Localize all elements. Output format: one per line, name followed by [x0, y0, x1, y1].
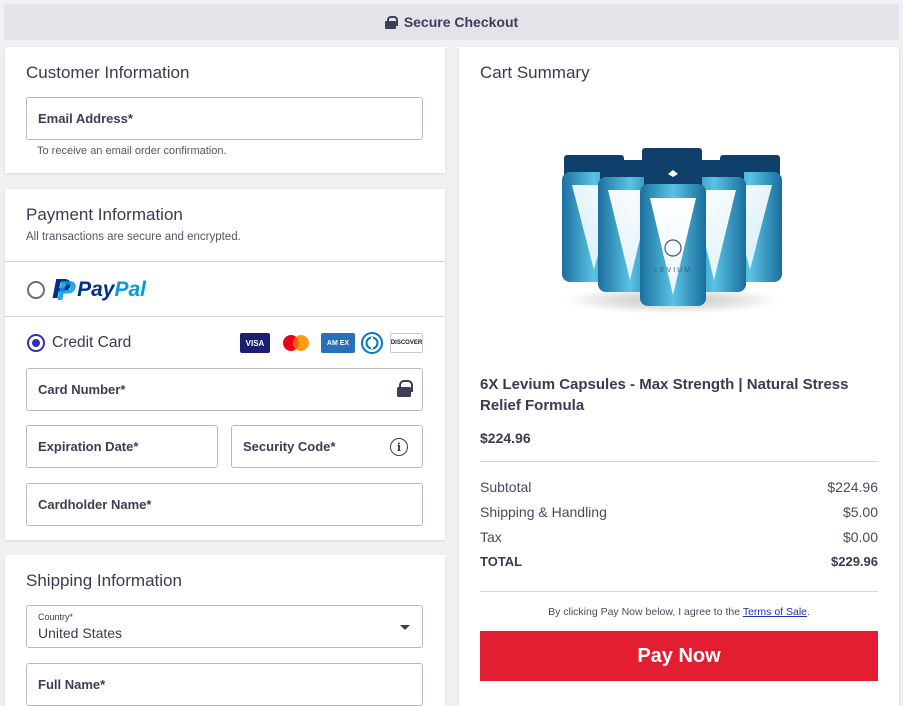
- shipping-row: Shipping & Handling $5.00: [480, 504, 878, 520]
- shipping-label: Shipping & Handling: [480, 504, 607, 520]
- credit-card-radio[interactable]: [27, 334, 45, 352]
- full-name-field[interactable]: Full Name*: [26, 663, 423, 706]
- subtotal-value: $224.96: [827, 479, 878, 495]
- email-field[interactable]: Email Address*: [26, 97, 423, 140]
- discover-icon: DISCOVER: [390, 333, 423, 353]
- secure-checkout-bar: Secure Checkout: [4, 4, 899, 40]
- card-number-field[interactable]: Card Number*: [26, 368, 423, 411]
- tax-value: $0.00: [842, 529, 878, 545]
- svg-text:LEVIUM: LEVIUM: [654, 267, 692, 274]
- expiration-date-field[interactable]: Expiration Date*: [26, 425, 218, 468]
- terms-of-sale-link[interactable]: Terms of Sale: [743, 606, 807, 618]
- payment-subtitle: All transactions are secure and encrypte…: [26, 231, 241, 243]
- cart-divider-top: [480, 461, 878, 462]
- payment-divider-top: [5, 261, 445, 262]
- payment-information-title: Payment Information: [26, 205, 183, 224]
- terms-suffix: .: [807, 606, 810, 618]
- diners-club-icon: [360, 332, 384, 354]
- total-value: $229.96: [831, 554, 878, 569]
- paypal-radio[interactable]: [27, 281, 45, 299]
- tax-label: Tax: [480, 529, 502, 545]
- customer-information-title: Customer Information: [26, 63, 190, 82]
- chevron-down-icon: [400, 625, 410, 630]
- paypal-logo: PP PayPal: [52, 275, 146, 307]
- lock-icon: [384, 15, 398, 29]
- cardholder-name-label: Cardholder Name*: [38, 497, 152, 512]
- subtotal-row: Subtotal $224.96: [480, 479, 878, 495]
- country-select[interactable]: Country* United States: [26, 605, 423, 648]
- total-row: TOTAL $229.96: [480, 554, 878, 569]
- paypal-p-icon: PP: [52, 275, 77, 307]
- payment-divider-bottom: [5, 316, 445, 317]
- security-code-label: Security Code*: [243, 439, 336, 454]
- info-icon[interactable]: i: [390, 438, 408, 456]
- email-label: Email Address*: [38, 111, 133, 126]
- product-price: $224.96: [480, 430, 531, 446]
- product-name: 6X Levium Capsules - Max Strength | Natu…: [480, 376, 849, 414]
- visa-icon: VISA: [240, 333, 270, 353]
- tax-row: Tax $0.00: [480, 529, 878, 545]
- full-name-label: Full Name*: [38, 677, 106, 692]
- cart-summary-title: Cart Summary: [480, 63, 590, 82]
- credit-card-label: Credit Card: [52, 334, 132, 351]
- card-number-label: Card Number*: [38, 382, 126, 397]
- total-label: TOTAL: [480, 554, 523, 569]
- cart-divider-bottom: [480, 591, 878, 592]
- terms-notice: By clicking Pay Now below, I agree to th…: [480, 606, 878, 618]
- subtotal-label: Subtotal: [480, 479, 532, 495]
- shipping-information-title: Shipping Information: [26, 571, 182, 590]
- mastercard-icon: [280, 333, 312, 353]
- cardholder-name-field[interactable]: Cardholder Name*: [26, 483, 423, 526]
- secure-checkout-title: Secure Checkout: [403, 14, 519, 30]
- expiration-date-label: Expiration Date*: [38, 439, 139, 454]
- amex-icon: AM EX: [321, 333, 355, 353]
- country-label: Country*: [38, 612, 74, 622]
- email-hint: To receive an email order confirmation.: [37, 145, 227, 157]
- shipping-value: $5.00: [842, 504, 878, 520]
- country-value: United States: [38, 625, 123, 641]
- terms-prefix: By clicking Pay Now below, I agree to th…: [548, 606, 743, 618]
- bottles-illustration: LEVIUM: [562, 148, 782, 314]
- pay-now-button[interactable]: Pay Now: [480, 631, 878, 681]
- lock-icon: [397, 380, 413, 397]
